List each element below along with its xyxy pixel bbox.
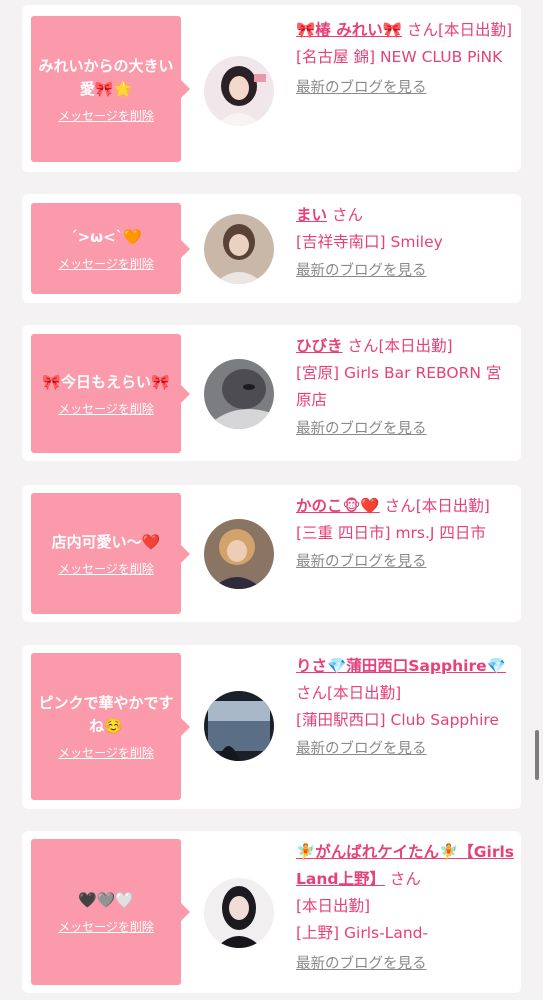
latest-blog-link[interactable]: 最新のブログを見る [296, 738, 514, 760]
message-card: 🎀今日もえらい🎀 メッセージを削除 ひびき さん[本日出勤] [宮原] Girl… [22, 325, 521, 461]
message-bubble: みれいからの大きい愛🎀🌟 メッセージを削除 [31, 16, 190, 162]
honorific: さん [296, 684, 328, 702]
bubble-message-text: みれいからの大きい愛🎀🌟 [38, 56, 174, 98]
work-status: [本日出勤] [327, 684, 402, 702]
delete-message-link[interactable]: メッセージを削除 [58, 560, 154, 577]
honorific: さん [406, 21, 438, 39]
honorific: さん [389, 870, 421, 888]
bubble-message-text: 🖤🩶🤍 [77, 891, 135, 909]
cast-name-link[interactable]: まい [296, 206, 327, 224]
work-status: [本日出勤] [296, 897, 371, 915]
shop-name: [宮原] Girls Bar REBORN 宮原店 [296, 364, 502, 409]
work-status: [本日出勤] [415, 497, 490, 515]
latest-blog-link[interactable]: 最新のブログを見る [296, 953, 514, 975]
cast-name-link[interactable]: 🎀椿 みれい🎀 [296, 21, 402, 39]
message-card: ´>ω<`🧡 メッセージを削除 まい さん [吉祥寺南口] Smiley 最新の… [22, 194, 521, 303]
message-bubble: ´>ω<`🧡 メッセージを削除 [31, 203, 190, 294]
avatar[interactable] [204, 56, 274, 126]
avatar-photo-icon [204, 56, 274, 126]
avatar[interactable] [204, 214, 274, 284]
avatar-photo-icon [204, 878, 274, 948]
work-status: [本日出勤] [437, 21, 513, 39]
cast-name-link[interactable]: りさ💎蒲田西口Sapphire💎 [296, 657, 506, 675]
latest-blog-link[interactable]: 最新のブログを見る [296, 260, 514, 282]
avatar-photo-icon [204, 519, 274, 589]
avatar-photo-icon [204, 691, 274, 761]
message-card: ピンクで華やかですね☺️ メッセージを削除 りさ💎蒲田西口Sapphire💎 さ… [22, 645, 521, 809]
work-status: [本日出勤] [378, 337, 453, 355]
bubble-message-text: ´>ω<`🧡 [70, 227, 142, 246]
honorific: さん [384, 497, 416, 515]
honorific: さん [347, 337, 379, 355]
delete-message-link[interactable]: メッセージを削除 [58, 400, 154, 417]
cast-name-link[interactable]: かのこ🐵❤️ [296, 497, 380, 515]
latest-blog-link[interactable]: 最新のブログを見る [296, 551, 514, 573]
scrollbar-thumb[interactable] [535, 730, 539, 780]
message-bubble: 店内可愛い〜❤️ メッセージを削除 [31, 493, 190, 614]
message-card: みれいからの大きい愛🎀🌟 メッセージを削除 🎀椿 みれい🎀 さん[本日出勤] [… [22, 5, 521, 172]
avatar[interactable] [204, 359, 274, 429]
message-bubble: 🖤🩶🤍 メッセージを削除 [31, 839, 190, 985]
cast-info: ひびき さん[本日出勤] [宮原] Girls Bar REBORN 宮原店 最… [296, 333, 514, 440]
shop-name: [名古屋 錦] NEW CLUB PiNK [296, 48, 503, 66]
shop-name: [三重 四日市] mrs.J 四日市 [296, 524, 486, 542]
cast-info: 🎀椿 みれい🎀 さん[本日出勤] [名古屋 錦] NEW CLUB PiNK 最… [296, 17, 514, 99]
bubble-message-text: ピンクで華やかですね☺️ [38, 694, 174, 735]
honorific: さん [331, 206, 363, 224]
cast-name-link[interactable]: ひびき [296, 337, 343, 355]
shop-name: [上野] Girls-Land- [296, 924, 429, 942]
message-card: 店内可愛い〜❤️ メッセージを削除 かのこ🐵❤️ さん[本日出勤] [三重 四日… [22, 485, 521, 622]
message-bubble: ピンクで華やかですね☺️ メッセージを削除 [31, 653, 190, 800]
avatar-photo-icon [204, 359, 274, 429]
delete-message-link[interactable]: メッセージを削除 [58, 744, 154, 761]
latest-blog-link[interactable]: 最新のブログを見る [296, 77, 514, 99]
message-card: 🖤🩶🤍 メッセージを削除 🧚がんばれケイたん🧚【Girls Land上野】 さん… [22, 831, 521, 993]
message-bubble: 🎀今日もえらい🎀 メッセージを削除 [31, 334, 190, 453]
delete-message-link[interactable]: メッセージを削除 [58, 107, 154, 124]
avatar[interactable] [204, 878, 274, 948]
shop-name: [蒲田駅西口] Club Sapphire [296, 711, 499, 729]
cast-info: 🧚がんばれケイたん🧚【Girls Land上野】 さん [本日出勤] [上野] … [296, 839, 514, 975]
bubble-message-text: 🎀今日もえらい🎀 [42, 372, 170, 391]
cast-info: かのこ🐵❤️ さん[本日出勤] [三重 四日市] mrs.J 四日市 最新のブロ… [296, 493, 514, 573]
cast-info: まい さん [吉祥寺南口] Smiley 最新のブログを見る [296, 202, 514, 282]
delete-message-link[interactable]: メッセージを削除 [58, 918, 154, 935]
delete-message-link[interactable]: メッセージを削除 [58, 255, 154, 272]
avatar-photo-icon [204, 214, 274, 284]
avatar[interactable] [204, 519, 274, 589]
bubble-message-text: 店内可愛い〜❤️ [51, 532, 161, 551]
avatar[interactable] [204, 691, 274, 761]
cast-info: りさ💎蒲田西口Sapphire💎 さん[本日出勤] [蒲田駅西口] Club S… [296, 653, 514, 760]
latest-blog-link[interactable]: 最新のブログを見る [296, 418, 514, 440]
shop-name: [吉祥寺南口] Smiley [296, 233, 443, 251]
